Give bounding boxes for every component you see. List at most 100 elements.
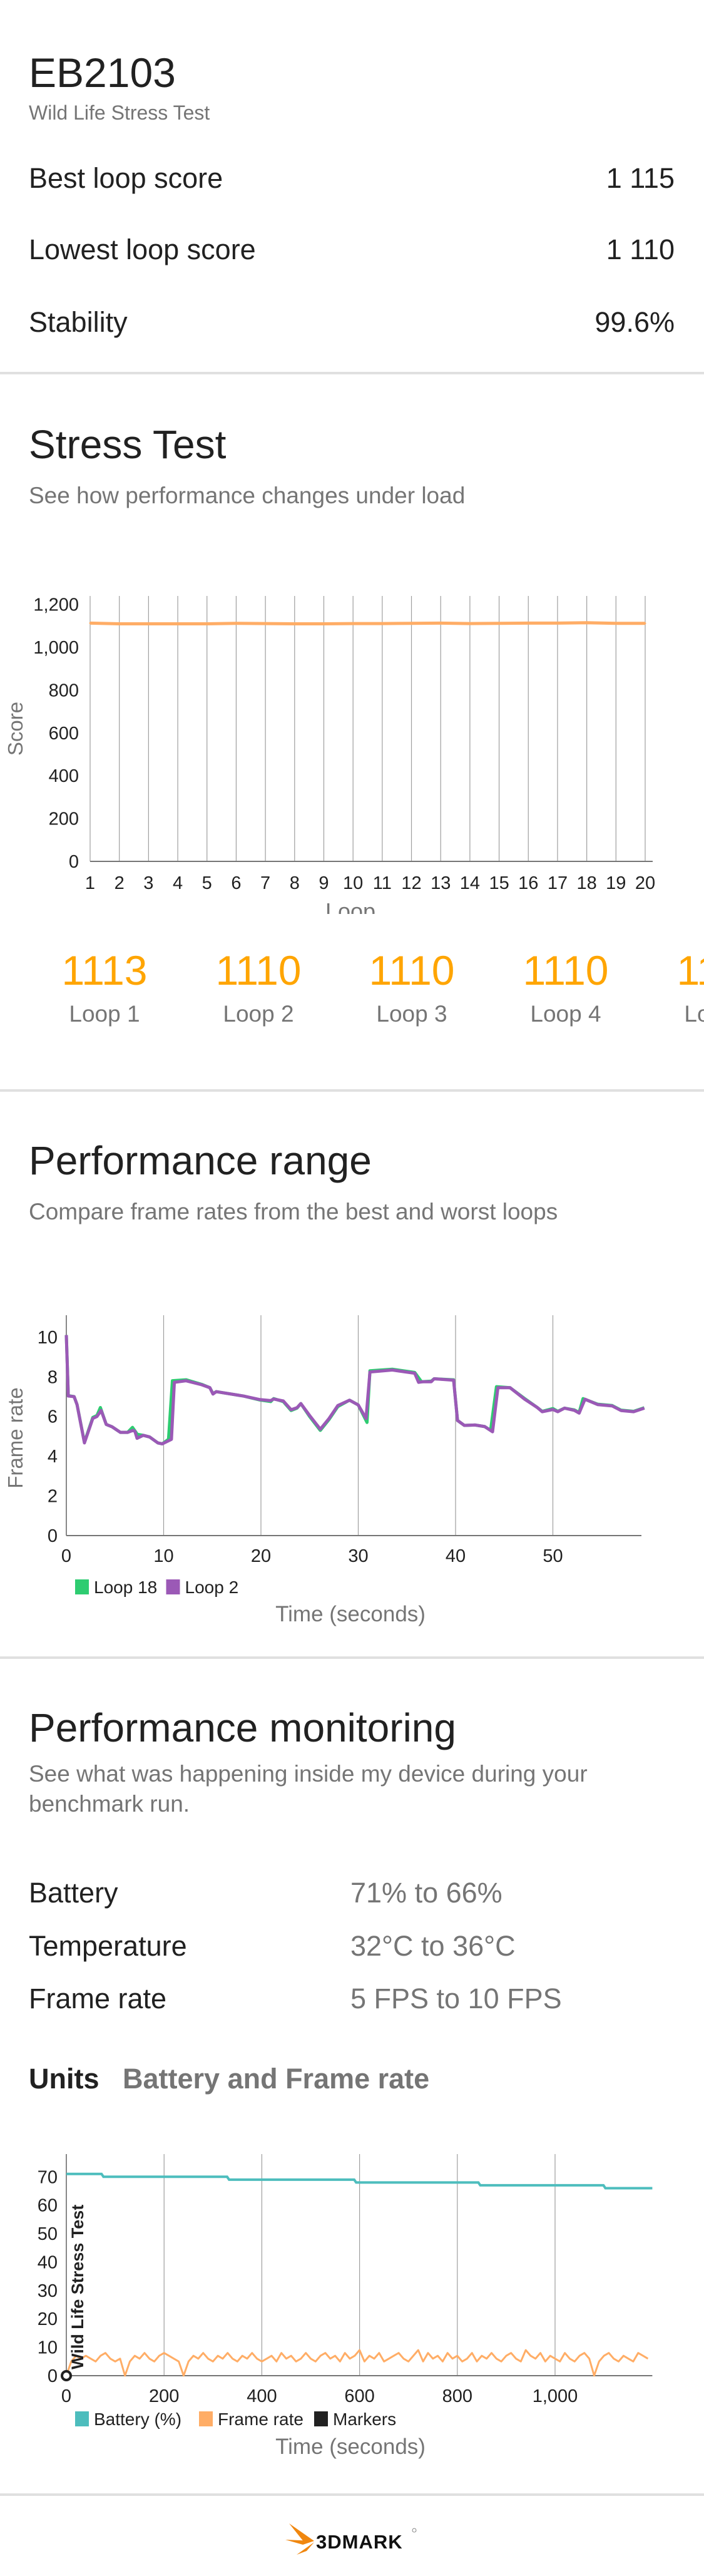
x-tick-label: 17 bbox=[548, 873, 568, 893]
x-tick-label: 12 bbox=[401, 873, 421, 893]
section-divider bbox=[0, 1089, 704, 1092]
loop-score: 1113 bbox=[61, 947, 148, 993]
x-tick-label: 7 bbox=[260, 873, 270, 893]
loop-label: Loop 4 bbox=[530, 1001, 601, 1027]
x-tick-label: 10 bbox=[343, 873, 363, 893]
series-line-frame-rate bbox=[65, 2349, 649, 2377]
x-tick-label: 18 bbox=[576, 873, 596, 893]
stress-test-description: See how performance changes under load bbox=[29, 483, 466, 508]
x-tick-label: 600 bbox=[344, 2386, 374, 2406]
x-tick-label: 3 bbox=[143, 873, 153, 893]
legend-swatch bbox=[314, 2411, 328, 2426]
score-point bbox=[352, 622, 354, 625]
loop-card[interactable]: 1113 Loop 1 bbox=[28, 945, 181, 1029]
score-point bbox=[293, 622, 296, 625]
performance-range-description: Compare frame rates from the best and wo… bbox=[29, 1199, 558, 1224]
x-tick-label: 6 bbox=[231, 873, 241, 893]
battery-value: 71% to 66% bbox=[350, 1877, 502, 1909]
loop-label: Loop 5 bbox=[684, 1001, 704, 1027]
best-loop-score-label: Best loop score bbox=[29, 162, 223, 194]
y-tick-label: 40 bbox=[38, 2252, 58, 2272]
y-tick-label: 200 bbox=[49, 809, 79, 829]
y-tick-label: 60 bbox=[38, 2196, 58, 2216]
score-line bbox=[89, 621, 645, 625]
loop-card[interactable]: 1110 Loop 3 bbox=[335, 945, 489, 1029]
x-tick-label: 40 bbox=[446, 1546, 466, 1566]
x-tick-label: 50 bbox=[543, 1546, 563, 1566]
x-tick-label: 16 bbox=[518, 873, 538, 893]
score-point bbox=[381, 622, 384, 625]
y-tick-label: 20 bbox=[38, 2309, 58, 2329]
series-line-loop-2 bbox=[64, 1335, 645, 1445]
temperature-label: Temperature bbox=[29, 1930, 187, 1962]
x-tick-label: 9 bbox=[319, 873, 329, 893]
legend-label: Loop 18 bbox=[94, 1578, 157, 1597]
y-tick-label: 4 bbox=[48, 1447, 58, 1467]
performance-range-chart: 0 10 20 30 40 50 0 2 4 6 8 10 Frame rate Loop 18 Loop … bbox=[4, 1315, 645, 1626]
stress-test-chart: 1 2 3 4 5 6 7 8 9 10 11 12 13 14 15 16 17 18 19 20020040060… bbox=[4, 595, 655, 914]
series-line-loop-18 bbox=[64, 1335, 645, 1445]
score-point bbox=[264, 622, 267, 625]
y-tick-label: 70 bbox=[38, 2167, 58, 2187]
x-tick-label: 30 bbox=[348, 1546, 368, 1566]
x-axis-title: Time (seconds) bbox=[275, 2435, 426, 2459]
score-point bbox=[439, 622, 442, 624]
3dmark-wing-icon: 3DMARK bbox=[285, 2523, 417, 2555]
performance-monitoring-title: Performance monitoring bbox=[29, 1705, 456, 1750]
score-point bbox=[235, 622, 237, 625]
loop-card[interactable]: 1110 Loop 5 bbox=[643, 945, 704, 1029]
x-tick-label: 1,000 bbox=[533, 2386, 578, 2406]
y-axis-title: Score bbox=[4, 702, 27, 756]
score-point bbox=[118, 622, 121, 625]
x-tick-label: 800 bbox=[442, 2386, 472, 2406]
y-tick-label: 0 bbox=[48, 2366, 58, 2386]
score-point bbox=[498, 622, 501, 625]
loop-score-carousel[interactable]: 1113 Loop 1 1110 Loop 2 1110 Loop 3 1110… bbox=[0, 945, 704, 1045]
frame-rate-label: Frame rate bbox=[29, 1983, 167, 2014]
performance-monitoring-chart: 0 200 400 600 800 1,000 0 10 20 30 40 50 60 70 Wild Li… bbox=[38, 2154, 653, 2459]
x-tick-label: 13 bbox=[431, 873, 451, 893]
score-point bbox=[586, 622, 588, 624]
loop-label: Loop 2 bbox=[223, 1001, 294, 1027]
y-tick-label: 400 bbox=[49, 766, 79, 786]
benchmark-name: Wild Life Stress Test bbox=[29, 101, 210, 124]
section-divider bbox=[0, 372, 704, 374]
section-divider bbox=[0, 1656, 704, 1659]
loop-label: Loop 1 bbox=[69, 1001, 140, 1027]
score-point bbox=[556, 622, 559, 624]
x-tick-label: 5 bbox=[202, 873, 212, 893]
x-tick-label: 15 bbox=[489, 873, 509, 893]
legend-swatch bbox=[75, 2411, 89, 2426]
score-point bbox=[411, 622, 413, 625]
loop-score: 1110 bbox=[369, 947, 455, 993]
score-point bbox=[89, 622, 91, 624]
y-tick-label: 50 bbox=[38, 2224, 58, 2244]
x-tick-label: 200 bbox=[149, 2386, 179, 2406]
stress-test-title: Stress Test bbox=[29, 422, 227, 467]
score-point bbox=[615, 622, 617, 625]
stability-value: 99.6% bbox=[594, 306, 675, 338]
y-tick-label: 800 bbox=[49, 680, 79, 700]
lowest-loop-score-label: Lowest loop score bbox=[29, 233, 256, 265]
x-tick-label: 14 bbox=[460, 873, 480, 893]
section-divider bbox=[0, 2493, 704, 2496]
3dmark-logo: 3DMARK bbox=[285, 2520, 423, 2560]
y-tick-label: 10 bbox=[38, 1328, 58, 1348]
marker-label: Wild Life Stress Test bbox=[68, 2205, 87, 2369]
legend-swatch bbox=[166, 1579, 180, 1594]
temperature-value: 32°C to 36°C bbox=[350, 1930, 516, 1962]
x-tick-label: 10 bbox=[153, 1546, 173, 1566]
x-tick-label: 0 bbox=[61, 2386, 71, 2406]
units-selector[interactable]: Battery and Frame rate bbox=[123, 2061, 429, 2096]
units-label: Units bbox=[29, 2063, 99, 2095]
performance-monitoring-description: See what was happening inside my device … bbox=[29, 1761, 588, 1817]
score-point bbox=[469, 622, 471, 625]
loop-card[interactable]: 1110 Loop 4 bbox=[489, 945, 643, 1029]
legend-label: Markers bbox=[333, 2409, 396, 2429]
best-loop-score-value: 1 115 bbox=[606, 162, 675, 194]
x-tick-label: 0 bbox=[61, 1546, 71, 1566]
x-tick-label: 1 bbox=[85, 873, 95, 893]
loop-card[interactable]: 1110 Loop 2 bbox=[181, 945, 335, 1029]
x-tick-label: 19 bbox=[606, 873, 626, 893]
x-tick-label: 11 bbox=[373, 873, 392, 893]
